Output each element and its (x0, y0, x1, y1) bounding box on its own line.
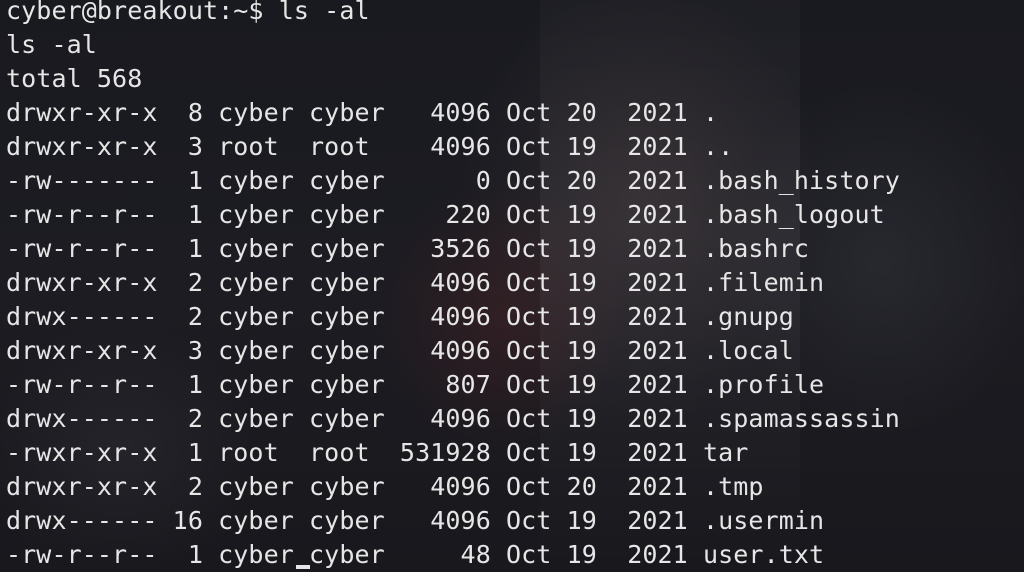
listing-row: drwxr-xr-x 8 cyber cyber 4096 Oct 20 202… (6, 98, 719, 127)
listing-row: -rw------- 1 cyber cyber 0 Oct 20 2021 .… (6, 166, 900, 195)
prompt-line: cyber@breakout:~$ ls -al (6, 0, 370, 25)
text-cursor (296, 565, 310, 569)
listing-row: drwxr-xr-x 2 cyber cyber 4096 Oct 19 202… (6, 268, 825, 297)
command-echo-line: ls -al (6, 30, 97, 59)
listing-row: drwxr-xr-x 3 root root 4096 Oct 19 2021 … (6, 132, 734, 161)
listing-row: -rw-r--r-- 1 cyber cyber 220 Oct 19 2021… (6, 200, 885, 229)
listing-row: drwx------ 2 cyber cyber 4096 Oct 19 202… (6, 302, 794, 331)
listing-row: drwx------ 16 cyber cyber 4096 Oct 19 20… (6, 506, 825, 535)
listing-row: -rw-r--r-- 1 cyber cyber 807 Oct 19 2021… (6, 370, 825, 399)
listing-row: drwxr-xr-x 2 cyber cyber 4096 Oct 20 202… (6, 472, 764, 501)
listing-row: drwxr-xr-x 3 cyber cyber 4096 Oct 19 202… (6, 336, 794, 365)
total-line: total 568 (6, 64, 143, 93)
listing-row: -rw-r--r-- 1 cyber cyber 48 Oct 19 2021 … (6, 540, 825, 569)
listing-row: -rwxr-xr-x 1 root root 531928 Oct 19 202… (6, 438, 749, 467)
terminal-output: cyber@breakout:~$ ls -al ls -al total 568 d… (6, 0, 900, 572)
listing-row: -rw-r--r-- 1 cyber cyber 3526 Oct 19 202… (6, 234, 810, 263)
terminal-window[interactable]: cyber@breakout:~$ ls -al ls -al total 568 d… (0, 0, 1024, 572)
listing-row: drwx------ 2 cyber cyber 4096 Oct 19 202… (6, 404, 900, 433)
